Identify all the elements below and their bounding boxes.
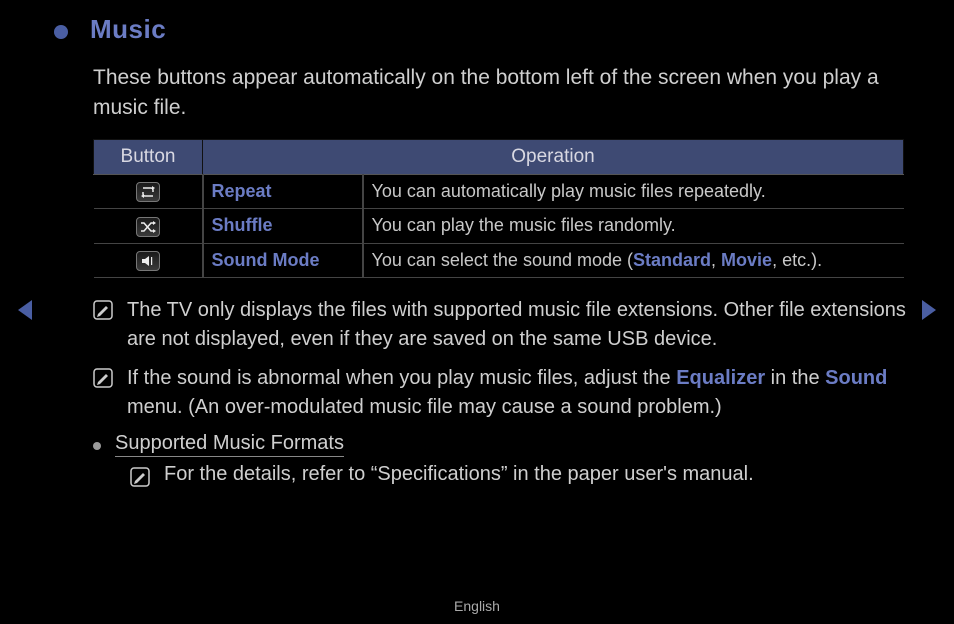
note-icon [130, 467, 150, 487]
shuffle-button-icon-cell [94, 209, 203, 243]
intro-text: These buttons appear automatically on th… [93, 63, 906, 123]
table-row: Repeat You can automatically play music … [94, 175, 904, 209]
supported-formats-note: For the details, refer to “Specification… [164, 463, 754, 486]
equalizer-term: Equalizer [676, 367, 765, 389]
repeat-label: Repeat [203, 175, 363, 209]
page-title: Music [90, 14, 166, 45]
note-equalizer: If the sound is abnormal when you play m… [127, 364, 906, 422]
sound-mode-icon [136, 251, 160, 271]
music-buttons-table: Button Operation Repeat You can automati… [93, 139, 904, 278]
note-extensions: The TV only displays the files with supp… [127, 296, 906, 354]
sub-bullet-icon [93, 442, 101, 450]
repeat-icon [136, 182, 160, 202]
shuffle-icon [136, 217, 160, 237]
table-row: Shuffle You can play the music files ran… [94, 209, 904, 243]
footer-language: English [0, 598, 954, 614]
section-bullet-icon [54, 25, 68, 39]
table-row: Sound Mode You can select the sound mode… [94, 243, 904, 277]
note-icon [93, 300, 113, 320]
repeat-desc: You can automatically play music files r… [363, 175, 904, 209]
soundmode-button-icon-cell [94, 243, 203, 277]
soundmode-hl-movie: Movie [721, 250, 772, 270]
note-icon [93, 368, 113, 388]
supported-formats-title: Supported Music Formats [115, 432, 344, 457]
soundmode-desc: You can select the sound mode (Standard,… [363, 243, 904, 277]
soundmode-label: Sound Mode [203, 243, 363, 277]
th-button: Button [94, 140, 203, 175]
th-operation: Operation [203, 140, 904, 175]
shuffle-desc: You can play the music files randomly. [363, 209, 904, 243]
nav-next-arrow[interactable] [922, 300, 936, 320]
repeat-button-icon-cell [94, 175, 203, 209]
shuffle-label: Shuffle [203, 209, 363, 243]
nav-prev-arrow[interactable] [18, 300, 32, 320]
soundmode-hl-standard: Standard [633, 250, 711, 270]
sound-menu-term: Sound [825, 367, 887, 389]
